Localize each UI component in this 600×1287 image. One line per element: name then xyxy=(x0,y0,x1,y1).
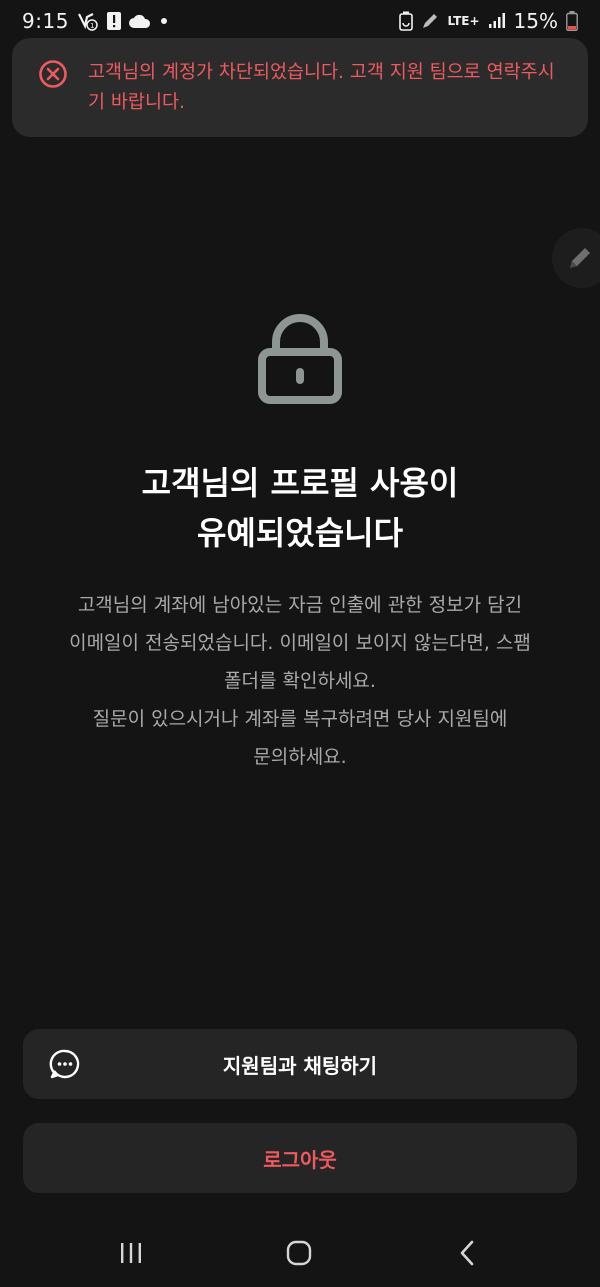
battery-saver-icon xyxy=(399,11,414,31)
description-line-1: 고객님의 계좌에 남아있는 자금 인출에 관한 정보가 담긴 xyxy=(77,594,523,616)
battery-percentage: 15% xyxy=(513,9,558,33)
alert-icon xyxy=(106,12,121,30)
description-line-4: 질문이 있으시거나 계좌를 복구하려면 당사 지원팀에 xyxy=(92,708,508,730)
toast-message: 고객님의 계정가 차단되었습니다. 고객 지원 팀으로 연락주시기 바랍니다. xyxy=(88,62,555,113)
system-navigation-bar xyxy=(0,1220,600,1287)
chat-bubble-icon xyxy=(49,1049,80,1079)
recent-apps-icon xyxy=(121,1243,141,1263)
close-circle-icon[interactable] xyxy=(38,59,68,89)
description-text: 고객님의 계좌에 남아있는 자금 인출에 관한 정보가 담긴 이메일이 전송되었… xyxy=(30,586,570,776)
description-line-3: 폴더를 확인하세요. xyxy=(224,670,376,692)
missed-call-icon: 1 xyxy=(77,11,99,31)
page-title: 고객님의 프로필 사용이 유예되었습니다 xyxy=(0,458,600,558)
notification-dot-icon xyxy=(159,16,169,26)
status-bar-right: LTE+ 15% xyxy=(399,9,578,33)
network-type: LTE+ xyxy=(447,14,480,28)
status-time: 9:15 xyxy=(22,9,69,33)
blocked-account-screen: 9:15 1 LTE+ 15% 고객님의 계정가 차단되었습니다. 고객 지원 … xyxy=(0,0,600,1287)
pen-icon xyxy=(421,12,439,30)
error-toast[interactable]: 고객님의 계정가 차단되었습니다. 고객 지원 팀으로 연락주시기 바랍니다. xyxy=(12,38,588,137)
chat-with-support-button[interactable]: 지원팀과 채팅하기 xyxy=(23,1029,577,1099)
signal-icon xyxy=(488,13,506,29)
description-line-2: 이메일이 전송되었습니다. 이메일이 보이지 않는다면, 스팸 xyxy=(69,632,531,654)
back-button[interactable] xyxy=(456,1238,478,1268)
chat-button-label: 지원팀과 채팅하기 xyxy=(222,1053,378,1078)
home-button[interactable] xyxy=(284,1238,314,1268)
description-line-5: 문의하세요. xyxy=(253,746,347,768)
title-line-2: 유예되었습니다 xyxy=(196,514,404,552)
battery-icon xyxy=(566,11,578,31)
back-chevron-icon xyxy=(460,1240,474,1266)
lock-icon xyxy=(258,314,342,404)
status-bar: 9:15 1 LTE+ 15% xyxy=(0,0,600,42)
title-line-1: 고객님의 프로필 사용이 xyxy=(141,464,459,502)
floating-edit-button[interactable] xyxy=(552,228,600,288)
svg-text:1: 1 xyxy=(90,22,94,30)
pencil-icon xyxy=(570,248,590,268)
recent-apps-button[interactable] xyxy=(116,1238,146,1268)
logout-button[interactable]: 로그아웃 xyxy=(23,1123,577,1193)
home-icon xyxy=(286,1240,312,1266)
status-bar-left: 9:15 1 xyxy=(22,9,169,33)
cloud-icon xyxy=(128,14,151,28)
logout-button-label: 로그아웃 xyxy=(263,1147,337,1172)
